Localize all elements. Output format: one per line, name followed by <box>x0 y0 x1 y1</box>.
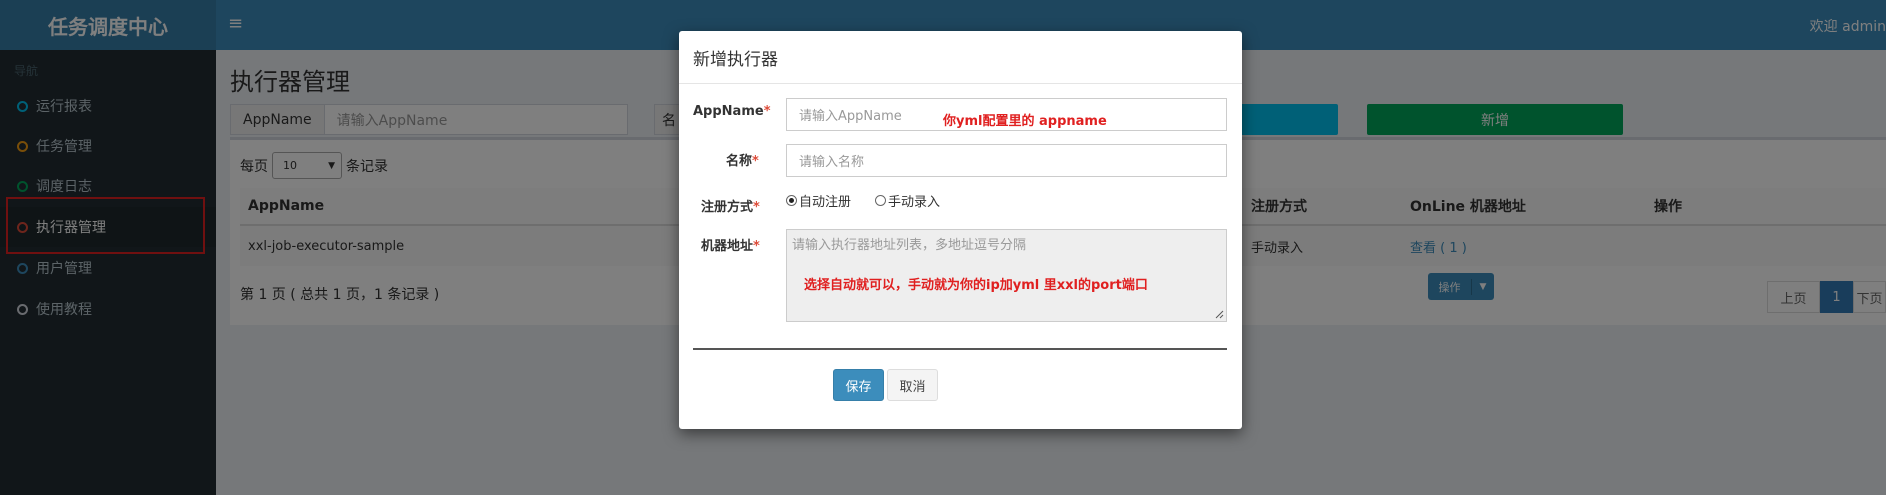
required-mark: * <box>763 104 771 119</box>
resize-handle-icon[interactable] <box>1214 309 1224 319</box>
divider <box>679 83 1242 84</box>
save-button[interactable]: 保存 <box>833 369 884 401</box>
radio-auto[interactable] <box>786 195 797 206</box>
radio-auto-label[interactable]: 自动注册 <box>799 191 851 210</box>
appname-label-text: AppName <box>693 104 764 119</box>
address-label: 机器地址* <box>701 235 760 254</box>
add-executor-modal: 新增执行器 AppName* 请输入AppName 你yml配置里的 appna… <box>679 31 1242 429</box>
radio-manual-label[interactable]: 手动录入 <box>888 191 940 210</box>
address-label-text: 机器地址 <box>701 239 754 254</box>
appname-label: AppName* <box>693 104 771 119</box>
cancel-button[interactable]: 取消 <box>887 369 938 401</box>
register-type-label-text: 注册方式 <box>701 200 754 215</box>
address-placeholder: 请输入执行器地址列表，多地址逗号分隔 <box>792 238 1027 253</box>
address-annotation: 选择自动就可以，手动就为你的ip加yml 里xxl的port端口 <box>804 278 1148 293</box>
name-input[interactable]: 请输入名称 <box>786 144 1227 177</box>
radio-manual[interactable] <box>875 195 887 206</box>
register-type-radios: 自动注册 手动录入 <box>786 191 940 210</box>
required-mark: * <box>752 154 759 169</box>
footer-divider <box>693 348 1227 350</box>
register-type-label: 注册方式* <box>701 196 760 215</box>
required-mark: * <box>753 200 760 215</box>
modal-title: 新增执行器 <box>693 50 778 70</box>
appname-annotation: 你yml配置里的 appname <box>943 114 1107 129</box>
required-mark: * <box>753 239 760 254</box>
name-label: 名称* <box>726 150 759 169</box>
name-label-text: 名称 <box>726 154 753 169</box>
